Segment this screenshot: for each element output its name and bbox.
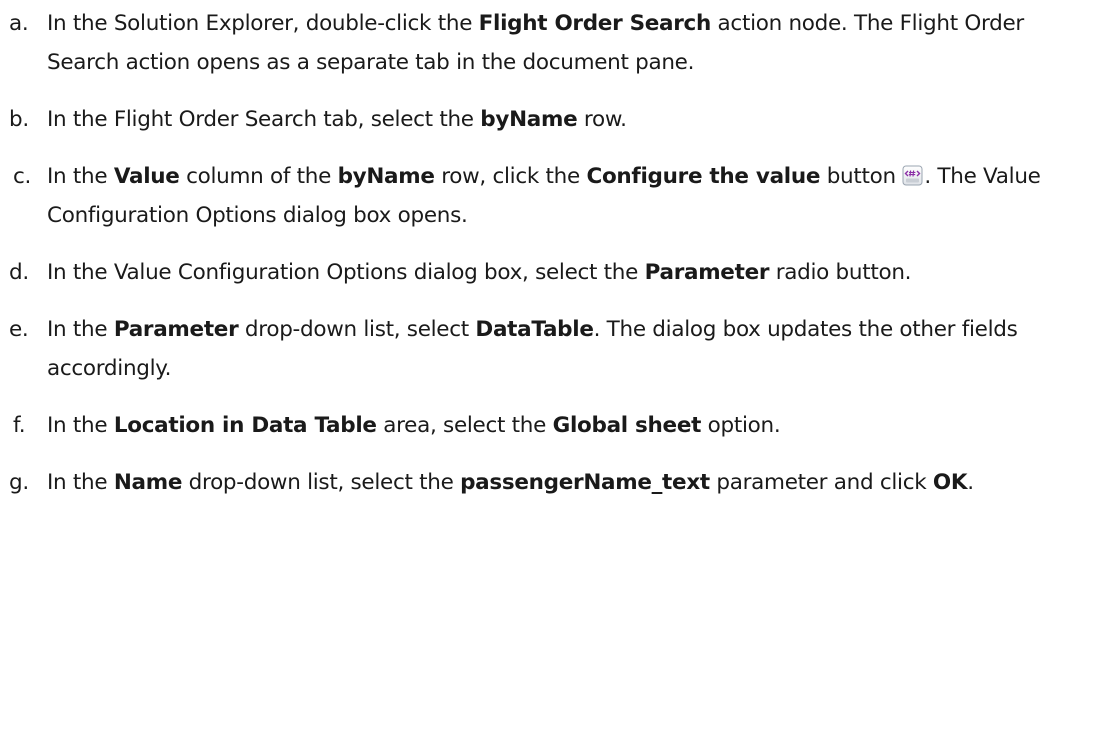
emphasis-term: Location in Data Table bbox=[113, 413, 377, 438]
emphasis-term: Value bbox=[113, 164, 180, 189]
emphasis-term: Name bbox=[113, 470, 183, 495]
step-text-run: drop-down list, select bbox=[238, 317, 476, 342]
step-text-run: row, click the bbox=[434, 164, 587, 189]
step-text: In the Value column of the byName row, c… bbox=[47, 164, 1041, 228]
step-e: e. In the Parameter drop-down list, selec… bbox=[0, 310, 1110, 388]
step-text-run: radio button. bbox=[769, 260, 912, 285]
step-text-run: In the bbox=[47, 317, 114, 342]
step-text-run: In the bbox=[47, 413, 114, 438]
emphasis-term: DataTable bbox=[475, 317, 594, 342]
step-text: In the Parameter drop-down list, select … bbox=[47, 317, 1018, 381]
step-marker: e. bbox=[9, 317, 29, 342]
step-marker: b. bbox=[9, 107, 29, 132]
step-text-run: drop-down list, select the bbox=[182, 470, 461, 495]
step-a: a. In the Solution Explorer, double-click… bbox=[0, 4, 1110, 82]
step-f: f. In the Location in Data Table area, se… bbox=[0, 406, 1110, 445]
emphasis-term: OK bbox=[932, 470, 968, 495]
step-marker: c. bbox=[13, 164, 32, 189]
step-text-run: In the Flight Order Search tab, select t… bbox=[47, 107, 481, 132]
emphasis-term: byName bbox=[480, 107, 578, 132]
step-text-run: In the bbox=[47, 164, 114, 189]
step-text-run: row. bbox=[577, 107, 627, 132]
step-text-run: column of the bbox=[179, 164, 338, 189]
emphasis-term: Parameter bbox=[113, 317, 239, 342]
step-text: In the Flight Order Search tab, select t… bbox=[47, 107, 627, 132]
configure-value-icon bbox=[902, 160, 923, 186]
step-text-run: In the bbox=[47, 470, 114, 495]
step-text: In the Value Configuration Options dialo… bbox=[47, 260, 911, 285]
step-text-run: parameter and click bbox=[709, 470, 933, 495]
emphasis-term: passengerName_text bbox=[460, 470, 710, 495]
emphasis-term: Global sheet bbox=[552, 413, 702, 438]
step-marker: a. bbox=[9, 11, 29, 36]
step-b: b. In the Flight Order Search tab, select… bbox=[0, 100, 1110, 139]
step-text-run: . bbox=[967, 470, 974, 495]
emphasis-term: Parameter bbox=[644, 260, 770, 285]
step-text-run: In the Value Configuration Options dialo… bbox=[47, 260, 645, 285]
step-text-run: option. bbox=[701, 413, 781, 438]
step-g: g. In the Name drop-down list, select the… bbox=[0, 463, 1110, 502]
step-text: In the Name drop-down list, select the p… bbox=[47, 470, 974, 495]
procedure-steps: a. In the Solution Explorer, double-click… bbox=[0, 4, 1110, 502]
emphasis-term: Flight Order Search bbox=[478, 11, 712, 36]
step-marker: d. bbox=[9, 260, 29, 285]
step-text: In the Solution Explorer, double-click t… bbox=[47, 11, 1024, 75]
step-text-run: button bbox=[820, 164, 903, 189]
step-marker: g. bbox=[9, 470, 29, 495]
step-c: c. In the Value column of the byName row,… bbox=[0, 157, 1110, 235]
step-text: In the Location in Data Table area, sele… bbox=[47, 413, 781, 438]
emphasis-term: Configure the value bbox=[586, 164, 821, 189]
step-marker: f. bbox=[13, 413, 26, 438]
emphasis-term: byName bbox=[337, 164, 435, 189]
step-d: d. In the Value Configuration Options dia… bbox=[0, 253, 1110, 292]
step-text-run: area, select the bbox=[376, 413, 553, 438]
step-text-run: In the Solution Explorer, double-click t… bbox=[47, 11, 479, 36]
